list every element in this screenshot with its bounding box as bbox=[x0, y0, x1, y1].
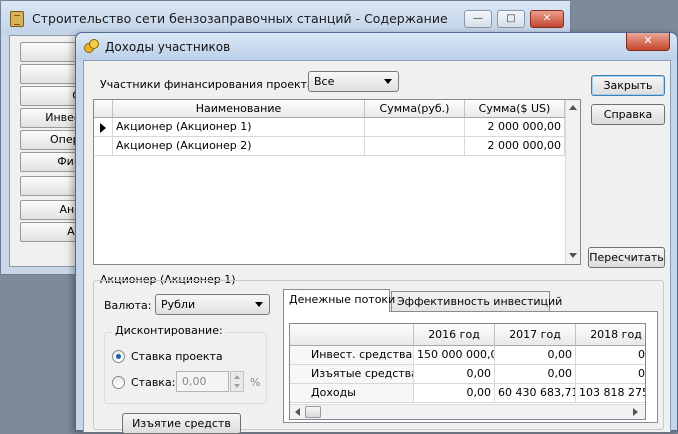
table-cell[interactable]: Акционер (Акционер 1) bbox=[113, 118, 365, 137]
row-label: Инвест. средства bbox=[290, 346, 414, 365]
radio-project-rate[interactable] bbox=[112, 350, 125, 363]
currency-select[interactable]: Рубли bbox=[155, 294, 270, 315]
scroll-left-icon[interactable] bbox=[295, 408, 300, 416]
close-dialog-button[interactable]: Закрыть bbox=[591, 75, 665, 96]
discounting-group bbox=[104, 332, 267, 404]
dialog-title: Доходы участников bbox=[105, 40, 231, 54]
help-button[interactable]: Справка bbox=[591, 104, 665, 125]
table-cell[interactable]: 2 000 000,00 bbox=[465, 118, 565, 137]
participants-filter-select[interactable]: Все bbox=[308, 71, 399, 92]
rate-spinner[interactable] bbox=[230, 371, 244, 392]
dialog-close-icon[interactable]: ✕ bbox=[626, 33, 670, 51]
background-window-titlebar: Строительство сети бензозаправочных стан… bbox=[1, 1, 570, 35]
horizontal-scrollbar[interactable] bbox=[290, 404, 645, 419]
row-indicator-header bbox=[94, 100, 113, 118]
tab-cash-flows[interactable]: Денежные потоки bbox=[283, 289, 395, 312]
column-header-name[interactable]: Наименование bbox=[113, 100, 365, 118]
row-label: Доходы bbox=[290, 384, 414, 403]
table-cell[interactable]: 60 430 683,71 bbox=[495, 384, 576, 403]
filter-label: Участники финансирования проекта: bbox=[100, 78, 318, 91]
discounting-group-label: Дисконтирование: bbox=[112, 324, 226, 337]
table-cell[interactable]: 0,00 bbox=[495, 365, 576, 384]
close-button[interactable]: ✕ bbox=[530, 10, 564, 28]
radio-custom-rate-label: Ставка: bbox=[131, 376, 176, 389]
table-cell[interactable]: 0 bbox=[576, 346, 645, 365]
currency-label: Валюта: bbox=[104, 299, 152, 312]
spin-up-icon[interactable] bbox=[234, 375, 240, 379]
coins-icon bbox=[84, 39, 100, 54]
tab-investment-efficiency[interactable]: Эффективность инвестиций bbox=[391, 291, 562, 312]
participants-table[interactable]: Наименование Сумма(руб.) Сумма($ US) Акц… bbox=[93, 99, 581, 265]
table-cell[interactable]: 0,00 bbox=[414, 384, 495, 403]
row-label: Изъятые средства bbox=[290, 365, 414, 384]
spin-down-icon[interactable] bbox=[234, 384, 240, 388]
table-cell[interactable] bbox=[365, 118, 465, 137]
column-header-sum-usd[interactable]: Сумма($ US) bbox=[465, 100, 565, 118]
recalculate-button[interactable]: Пересчитать bbox=[588, 247, 665, 268]
rate-unit-label: % bbox=[250, 376, 261, 389]
row-header-blank bbox=[290, 324, 414, 346]
notebook-icon bbox=[10, 11, 24, 27]
chevron-down-icon bbox=[384, 79, 392, 84]
row-indicator bbox=[94, 137, 113, 156]
scroll-right-icon[interactable] bbox=[633, 408, 638, 416]
radio-custom-rate[interactable] bbox=[112, 376, 125, 389]
chevron-down-icon bbox=[255, 302, 263, 307]
table-cell[interactable]: 103 818 275 bbox=[576, 384, 645, 403]
minimize-button[interactable]: — bbox=[464, 10, 492, 28]
column-header-year[interactable]: 2018 год bbox=[576, 324, 645, 346]
scroll-up-icon[interactable] bbox=[569, 105, 577, 110]
scroll-down-icon[interactable] bbox=[569, 253, 577, 258]
currency-value: Рубли bbox=[161, 298, 196, 311]
participant-income-dialog: Доходы участников ✕ Участники финансиров… bbox=[75, 32, 678, 434]
table-cell[interactable] bbox=[365, 137, 465, 156]
table-cell[interactable]: 2 000 000,00 bbox=[465, 137, 565, 156]
rate-input[interactable]: 0,00 bbox=[176, 371, 229, 392]
column-header-sum-rub[interactable]: Сумма(руб.) bbox=[365, 100, 465, 118]
dialog-titlebar: Доходы участников ✕ bbox=[76, 33, 677, 60]
table-cell[interactable]: 150 000 000,00 bbox=[414, 346, 495, 365]
column-header-year[interactable]: 2017 год bbox=[495, 324, 576, 346]
row-indicator bbox=[94, 118, 113, 137]
background-window-title: Строительство сети бензозаправочных стан… bbox=[32, 11, 448, 26]
table-cell[interactable]: Акционер (Акционер 2) bbox=[113, 137, 365, 156]
scroll-thumb[interactable] bbox=[305, 406, 321, 418]
dialog-client: Участники финансирования проекта: Все За… bbox=[83, 60, 671, 434]
table-cell[interactable]: 0 bbox=[576, 365, 645, 384]
table-cell[interactable]: 0,00 bbox=[414, 365, 495, 384]
table-cell[interactable]: 0,00 bbox=[495, 346, 576, 365]
radio-project-rate-label: Ставка проекта bbox=[131, 350, 223, 363]
column-header-year[interactable]: 2016 год bbox=[414, 324, 495, 346]
vertical-scrollbar[interactable] bbox=[565, 100, 580, 264]
cash-flows-table[interactable]: 2016 год 2017 год 2018 год Инвест. средс… bbox=[289, 323, 646, 420]
participants-filter-value: Все bbox=[314, 75, 335, 88]
maximize-button[interactable]: □ bbox=[497, 10, 525, 28]
